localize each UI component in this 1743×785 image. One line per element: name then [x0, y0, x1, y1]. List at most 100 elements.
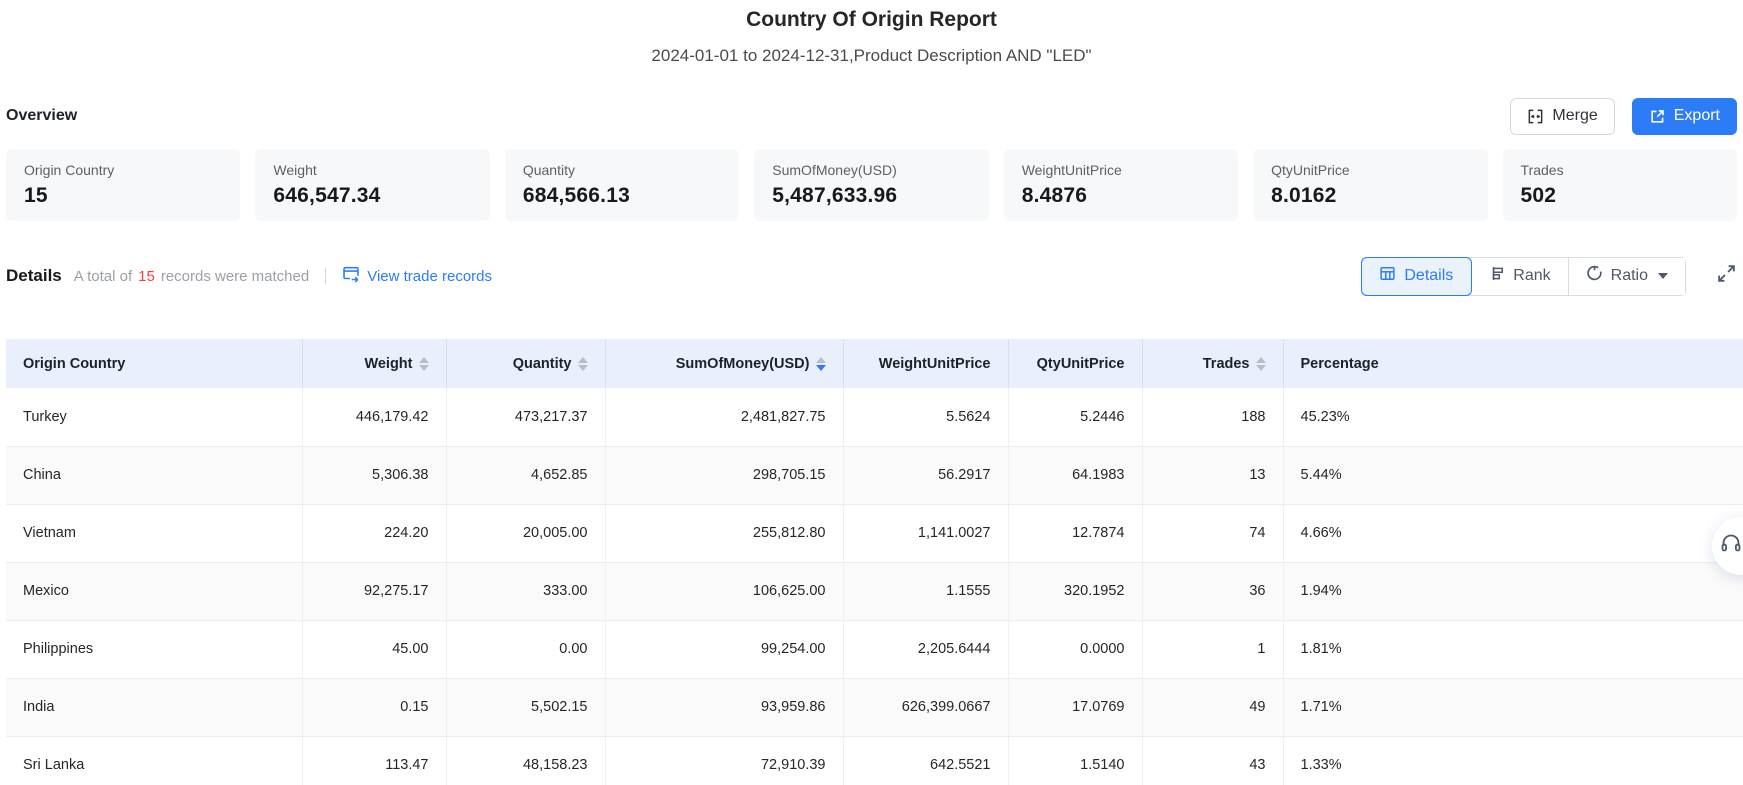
sort-icon[interactable]: [419, 357, 429, 371]
stat-card-label: WeightUnitPrice: [1022, 161, 1220, 179]
table-row: India 0.15 5,502.15 93,959.86 626,399.06…: [6, 678, 1743, 736]
tab-details[interactable]: Details: [1362, 258, 1471, 295]
details-bar-left: Details A total of15records were matched…: [6, 265, 492, 287]
cell-sum-of-money: 2,481,827.75: [605, 388, 843, 446]
trade-records-icon: [342, 265, 360, 287]
column-header-weight[interactable]: Weight: [302, 339, 446, 388]
tab-rank[interactable]: Rank: [1471, 258, 1568, 295]
overview-heading: Overview: [6, 107, 77, 125]
export-button-label: Export: [1674, 107, 1720, 125]
details-heading: Details: [6, 266, 62, 286]
stat-card-label: Trades: [1521, 161, 1719, 179]
column-label: Quantity: [513, 356, 572, 372]
country-of-origin-report-page: Country Of Origin Report 2024-01-01 to 2…: [0, 0, 1743, 785]
cell-percentage: 1.33%: [1283, 736, 1743, 785]
cell-origin-country: China: [6, 446, 302, 504]
column-header-qty-unit-price: QtyUnitPrice: [1008, 339, 1142, 388]
cell-quantity: 48,158.23: [446, 736, 605, 785]
cell-qty-unit-price: 5.2446: [1008, 388, 1142, 446]
stat-card-quantity: Quantity 684,566.13: [505, 149, 739, 221]
stat-card-sum-of-money: SumOfMoney(USD) 5,487,633.96: [754, 149, 988, 221]
tab-ratio[interactable]: Ratio: [1569, 258, 1685, 295]
cell-quantity: 473,217.37: [446, 388, 605, 446]
table-row: China 5,306.38 4,652.85 298,705.15 56.29…: [6, 446, 1743, 504]
stat-card-value: 5,487,633.96: [772, 184, 970, 208]
cell-trades: 1: [1142, 620, 1283, 678]
cell-percentage: 1.81%: [1283, 620, 1743, 678]
column-header-weight-unit-price: WeightUnitPrice: [843, 339, 1008, 388]
merge-button[interactable]: Merge: [1510, 98, 1614, 135]
cell-weight: 224.20: [302, 504, 446, 562]
cell-weight: 5,306.38: [302, 446, 446, 504]
cell-weight-unit-price: 56.2917: [843, 446, 1008, 504]
stat-card-label: QtyUnitPrice: [1271, 161, 1469, 179]
cell-qty-unit-price: 0.0000: [1008, 620, 1142, 678]
cell-weight: 113.47: [302, 736, 446, 785]
stat-card-label: SumOfMoney(USD): [772, 161, 970, 179]
stat-card-qty-unit-price: QtyUnitPrice 8.0162: [1253, 149, 1487, 221]
cell-sum-of-money: 298,705.15: [605, 446, 843, 504]
cell-origin-country: Turkey: [6, 388, 302, 446]
cell-percentage: 45.23%: [1283, 388, 1743, 446]
view-trade-records-label: View trade records: [367, 268, 492, 285]
cell-qty-unit-price: 64.1983: [1008, 446, 1142, 504]
cell-trades: 43: [1142, 736, 1283, 785]
cell-origin-country: India: [6, 678, 302, 736]
fullscreen-expand-icon: [1716, 263, 1737, 289]
column-header-trades[interactable]: Trades: [1142, 339, 1283, 388]
cell-qty-unit-price: 320.1952: [1008, 562, 1142, 620]
details-bar-right: Details Rank: [1361, 257, 1737, 296]
cell-qty-unit-price: 1.5140: [1008, 736, 1142, 785]
stat-card-weight: Weight 646,547.34: [255, 149, 489, 221]
cell-trades: 188: [1142, 388, 1283, 446]
sort-icon-active-desc[interactable]: [816, 357, 826, 371]
stat-card-value: 646,547.34: [273, 184, 471, 208]
view-switcher: Details Rank: [1361, 257, 1686, 296]
column-label: QtyUnitPrice: [1037, 356, 1125, 372]
cell-trades: 13: [1142, 446, 1283, 504]
cell-origin-country: Vietnam: [6, 504, 302, 562]
table-row: Philippines 45.00 0.00 99,254.00 2,205.6…: [6, 620, 1743, 678]
column-header-origin-country: Origin Country: [6, 339, 302, 388]
headset-icon: [1719, 532, 1743, 561]
stat-card-value: 8.0162: [1271, 184, 1469, 208]
records-matched-count: 15: [138, 268, 155, 285]
origin-country-table: Origin Country Weight Quantity SumOfMone…: [6, 339, 1743, 785]
records-matched-text: A total of15records were matched: [74, 268, 309, 285]
records-matched-suffix: records were matched: [161, 268, 309, 285]
tab-details-label: Details: [1404, 267, 1453, 285]
export-icon: [1649, 108, 1666, 125]
stat-card-value: 15: [24, 184, 222, 208]
column-label: Trades: [1203, 356, 1250, 372]
column-header-sum-of-money[interactable]: SumOfMoney(USD): [605, 339, 843, 388]
cell-weight-unit-price: 626,399.0667: [843, 678, 1008, 736]
view-trade-records-link[interactable]: View trade records: [342, 265, 492, 287]
rank-chart-icon: [1488, 265, 1505, 287]
stat-card-trades: Trades 502: [1503, 149, 1737, 221]
cell-weight-unit-price: 1.1555: [843, 562, 1008, 620]
tab-ratio-label: Ratio: [1611, 267, 1648, 285]
cell-percentage: 5.44%: [1283, 446, 1743, 504]
stat-card-label: Weight: [273, 161, 471, 179]
cell-sum-of-money: 99,254.00: [605, 620, 843, 678]
table-row: Sri Lanka 113.47 48,158.23 72,910.39 642…: [6, 736, 1743, 785]
cell-quantity: 5,502.15: [446, 678, 605, 736]
ratio-pie-icon: [1586, 265, 1603, 287]
cell-sum-of-money: 106,625.00: [605, 562, 843, 620]
column-label: Origin Country: [23, 356, 125, 372]
column-header-quantity[interactable]: Quantity: [446, 339, 605, 388]
cell-quantity: 20,005.00: [446, 504, 605, 562]
stat-card-value: 502: [1521, 184, 1719, 208]
fullscreen-button[interactable]: [1716, 263, 1737, 289]
report-header: Country Of Origin Report 2024-01-01 to 2…: [0, 0, 1743, 68]
column-label: WeightUnitPrice: [879, 356, 991, 372]
export-button[interactable]: Export: [1632, 98, 1737, 135]
sort-icon[interactable]: [1256, 357, 1266, 371]
sort-icon[interactable]: [578, 357, 588, 371]
table-row: Mexico 92,275.17 333.00 106,625.00 1.155…: [6, 562, 1743, 620]
column-header-percentage: Percentage: [1283, 339, 1743, 388]
cell-quantity: 0.00: [446, 620, 605, 678]
overview-cards: Origin Country 15 Weight 646,547.34 Quan…: [6, 149, 1737, 221]
cell-weight-unit-price: 5.5624: [843, 388, 1008, 446]
table-row: Turkey 446,179.42 473,217.37 2,481,827.7…: [6, 388, 1743, 446]
